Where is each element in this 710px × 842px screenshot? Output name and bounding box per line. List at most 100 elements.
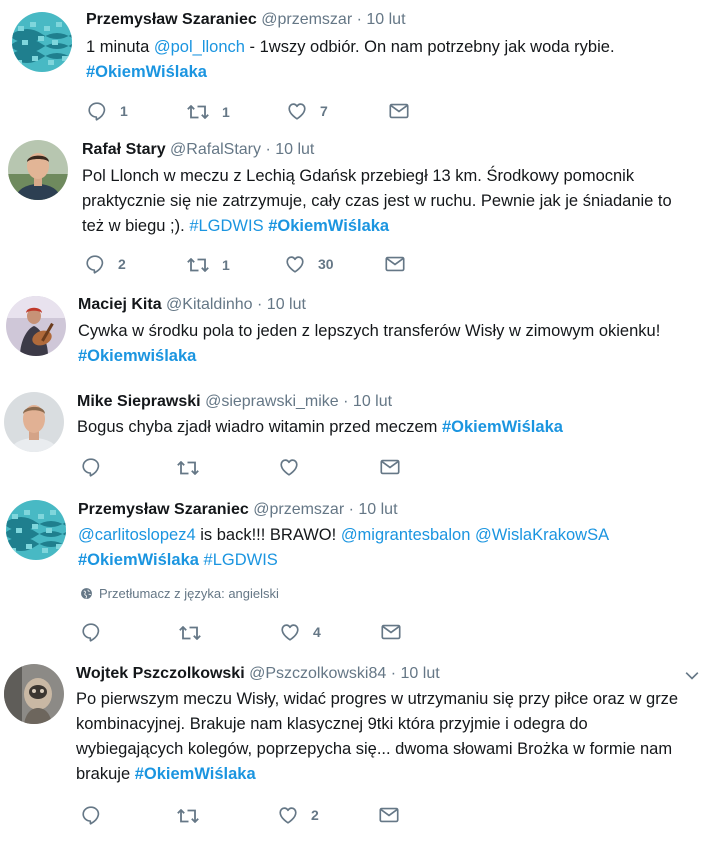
- translate-link[interactable]: Przetłumacz z języka: angielski: [80, 586, 279, 601]
- hashtag-link[interactable]: #Okiemwiślaka: [78, 347, 196, 365]
- retweet-icon: [178, 621, 202, 645]
- text-line: kombinacyjnej. Brakuje nam klasycznej 9t…: [76, 715, 588, 733]
- reply-count: 2: [118, 256, 126, 272]
- like-button[interactable]: 2: [277, 804, 319, 826]
- hashtag-link[interactable]: #OkiemWiślaka: [268, 217, 389, 235]
- hashtag-link[interactable]: #OkiemWiślaka: [78, 551, 199, 569]
- avatar[interactable]: [8, 140, 68, 200]
- author-handle[interactable]: @sieprawski_mike: [205, 393, 339, 410]
- tweet-header: Maciej Kita @Kitaldinho · 10 lut: [78, 296, 306, 314]
- tweet-date[interactable]: 10 lut: [275, 141, 314, 158]
- tweet[interactable]: Przemysław Szaraniec @przemszar · 10 lut…: [0, 0, 710, 128]
- like-icon: [284, 253, 306, 275]
- globe-icon: [80, 587, 93, 600]
- tweet-date[interactable]: 10 lut: [358, 501, 397, 518]
- author-name[interactable]: Przemysław Szaraniec: [78, 501, 249, 518]
- reply-button[interactable]: [80, 621, 102, 643]
- message-icon: [378, 804, 400, 826]
- tweet[interactable]: Przemysław Szaraniec @przemszar · 10 lut…: [0, 486, 710, 650]
- author-handle[interactable]: @przemszar: [253, 501, 344, 518]
- mention-link[interactable]: @pol_llonch: [154, 38, 245, 56]
- tweet-text: Cywka w środku pola to jeden z lepszych …: [78, 319, 703, 369]
- author-handle[interactable]: @RafalStary: [170, 141, 261, 158]
- separator-dot: ·: [356, 11, 362, 28]
- tweet-date[interactable]: 10 lut: [267, 296, 306, 313]
- mention-link[interactable]: @carlitoslopez4: [78, 526, 196, 544]
- author-name[interactable]: Przemysław Szaraniec: [86, 11, 257, 28]
- reply-button[interactable]: [80, 456, 102, 478]
- mention-link[interactable]: @migrantesbalon: [341, 526, 471, 544]
- mention-link[interactable]: @WislaKrakowSA: [475, 526, 609, 544]
- reply-icon: [86, 100, 108, 122]
- retweet-button[interactable]: 1: [186, 100, 230, 124]
- message-button[interactable]: [388, 100, 410, 122]
- like-icon: [279, 621, 301, 643]
- author-handle[interactable]: @Kitaldinho: [166, 296, 253, 313]
- tweet-text: 1 minuta @pol_llonch - 1wszy odbiór. On …: [86, 35, 696, 85]
- message-button[interactable]: [379, 456, 401, 478]
- avatar[interactable]: [4, 664, 64, 724]
- text-line: brakuje: [76, 765, 135, 783]
- retweet-count: 1: [222, 104, 230, 120]
- message-button[interactable]: [378, 804, 400, 826]
- like-button[interactable]: 4: [279, 621, 321, 643]
- hashtag-link[interactable]: #OkiemWiślaka: [86, 63, 207, 81]
- author-name[interactable]: Rafał Stary: [82, 141, 166, 158]
- tweet-date[interactable]: 10 lut: [366, 11, 405, 28]
- text-line: też w biegu ;).: [82, 217, 190, 235]
- tweet-text: Po pierwszym meczu Wisły, widać progres …: [76, 687, 706, 787]
- retweet-button[interactable]: [176, 456, 200, 480]
- text-segment: - 1wszy odbiór. On nam potrzebny jak wod…: [244, 38, 615, 56]
- avatar[interactable]: [6, 500, 66, 560]
- author-handle[interactable]: @przemszar: [261, 11, 352, 28]
- tweet-actions: 4: [80, 621, 410, 645]
- text-line: Pol Llonch w meczu z Lechią Gdańsk przeb…: [82, 167, 635, 185]
- author-name[interactable]: Maciej Kita: [78, 296, 162, 313]
- hashtag-link[interactable]: #LGDWIS: [189, 217, 263, 235]
- tweet[interactable]: Rafał Stary @RafalStary · 10 lut Pol Llo…: [0, 128, 710, 288]
- avatar[interactable]: [6, 296, 66, 356]
- message-button[interactable]: [380, 621, 402, 643]
- reply-button[interactable]: [80, 804, 102, 826]
- reply-button[interactable]: 2: [84, 253, 126, 275]
- tweet[interactable]: Wojtek Pszczolkowski @Pszczolkowski84 · …: [0, 650, 710, 842]
- retweet-button[interactable]: [176, 804, 200, 828]
- like-button[interactable]: 30: [284, 253, 334, 275]
- reply-icon: [84, 253, 106, 275]
- reply-count: 1: [120, 103, 128, 119]
- tweet-date[interactable]: 10 lut: [401, 665, 440, 682]
- message-icon: [388, 100, 410, 122]
- like-count: 4: [313, 624, 321, 640]
- hashtag-link[interactable]: #OkiemWiślaka: [135, 765, 256, 783]
- tweet-header: Przemysław Szaraniec @przemszar · 10 lut: [86, 11, 406, 29]
- text-line: wybiegających kolegów, poprzepycha się..…: [76, 740, 673, 758]
- chevron-down-icon[interactable]: [682, 666, 702, 686]
- like-button[interactable]: [278, 456, 300, 478]
- separator-dot: ·: [348, 501, 354, 518]
- tweet-actions: [78, 456, 408, 480]
- hashtag-link[interactable]: #OkiemWiślaka: [442, 418, 563, 436]
- avatar[interactable]: [4, 392, 64, 452]
- hashtag-link[interactable]: #LGDWIS: [204, 551, 278, 569]
- tweet-text: Bogus chyba zjadł wiadro witamin przed m…: [77, 415, 702, 440]
- avatar[interactable]: [12, 12, 72, 72]
- author-name[interactable]: Mike Sieprawski: [77, 393, 201, 410]
- reply-button[interactable]: 1: [86, 100, 128, 122]
- message-icon: [380, 621, 402, 643]
- tweet-header: Rafał Stary @RafalStary · 10 lut: [82, 141, 314, 159]
- like-button[interactable]: 7: [286, 100, 328, 122]
- retweet-icon: [176, 456, 200, 480]
- like-icon: [277, 804, 299, 826]
- text-line: praktycznie się nie zatrzymuje, cały cza…: [82, 192, 672, 210]
- author-name[interactable]: Wojtek Pszczolkowski: [76, 665, 245, 682]
- tweet-text: Pol Llonch w meczu z Lechią Gdańsk przeb…: [82, 164, 702, 239]
- tweet[interactable]: Mike Sieprawski @sieprawski_mike · 10 lu…: [0, 378, 710, 486]
- separator-dot: ·: [265, 141, 271, 158]
- message-button[interactable]: [384, 253, 406, 275]
- tweet[interactable]: Maciej Kita @Kitaldinho · 10 lut Cywka w…: [0, 288, 710, 378]
- tweet-header: Wojtek Pszczolkowski @Pszczolkowski84 · …: [76, 665, 440, 683]
- tweet-date[interactable]: 10 lut: [353, 393, 392, 410]
- retweet-button[interactable]: [178, 621, 202, 645]
- author-handle[interactable]: @Pszczolkowski84: [249, 665, 386, 682]
- retweet-button[interactable]: 1: [186, 253, 230, 277]
